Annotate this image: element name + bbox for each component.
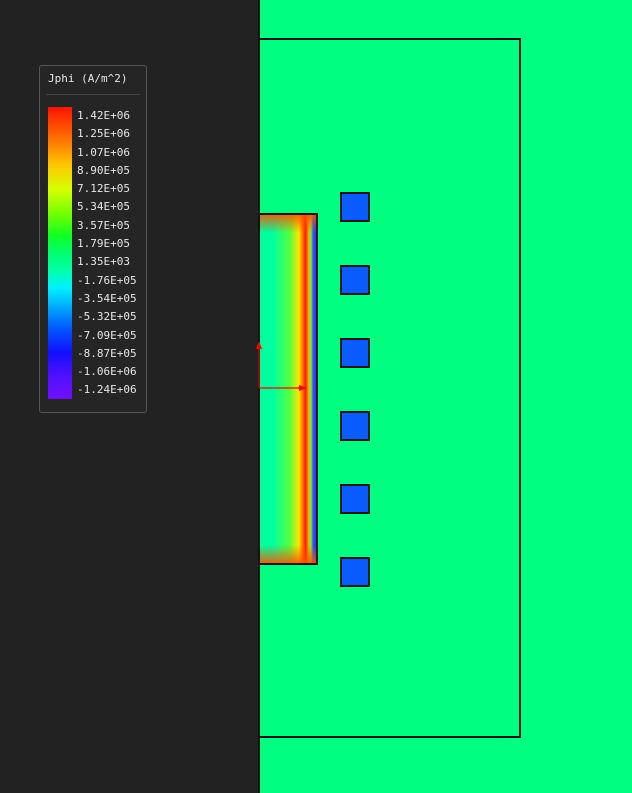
conductor-current-density xyxy=(259,213,318,565)
legend-label: -7.09E+05 xyxy=(77,328,137,342)
color-legend[interactable]: Jphi (A/m^2) 1.42E+06 1.25E+06 1.07E+06 … xyxy=(39,65,147,413)
coil-1 xyxy=(340,192,370,222)
legend-title: Jphi (A/m^2) xyxy=(48,72,128,85)
legend-label: -3.54E+05 xyxy=(77,291,137,305)
conductor-bottom-hotspot xyxy=(259,545,316,563)
coil-2 xyxy=(340,265,370,295)
legend-label: -1.24E+06 xyxy=(77,383,137,397)
legend-labels: 1.42E+06 1.25E+06 1.07E+06 8.90E+05 7.12… xyxy=(77,107,137,400)
legend-label: -5.32E+05 xyxy=(77,310,137,324)
legend-label: 5.34E+05 xyxy=(77,200,130,214)
coil-5 xyxy=(340,484,370,514)
coil-6 xyxy=(340,557,370,587)
conductor-top-hotspot xyxy=(259,215,316,233)
field-plot-viewport[interactable]: Jphi (A/m^2) 1.42E+06 1.25E+06 1.07E+06 … xyxy=(0,0,632,793)
legend-divider xyxy=(46,94,140,95)
legend-label: 7.12E+05 xyxy=(77,182,130,196)
coil-3 xyxy=(340,338,370,368)
legend-label: 1.42E+06 xyxy=(77,109,130,122)
legend-label: -1.76E+05 xyxy=(77,273,137,287)
legend-label: -1.06E+06 xyxy=(77,365,137,379)
coil-4 xyxy=(340,411,370,441)
legend-label: -8.87E+05 xyxy=(77,346,137,360)
legend-label: 3.57E+05 xyxy=(77,218,130,232)
legend-color-bar xyxy=(48,107,72,399)
legend-label: 8.90E+05 xyxy=(77,163,130,177)
legend-label: 1.25E+06 xyxy=(77,127,130,141)
symmetry-axis xyxy=(258,0,260,793)
legend-label: 1.07E+06 xyxy=(77,145,130,159)
legend-label: 1.35E+03 xyxy=(77,255,130,269)
legend-label: 1.79E+05 xyxy=(77,237,130,251)
